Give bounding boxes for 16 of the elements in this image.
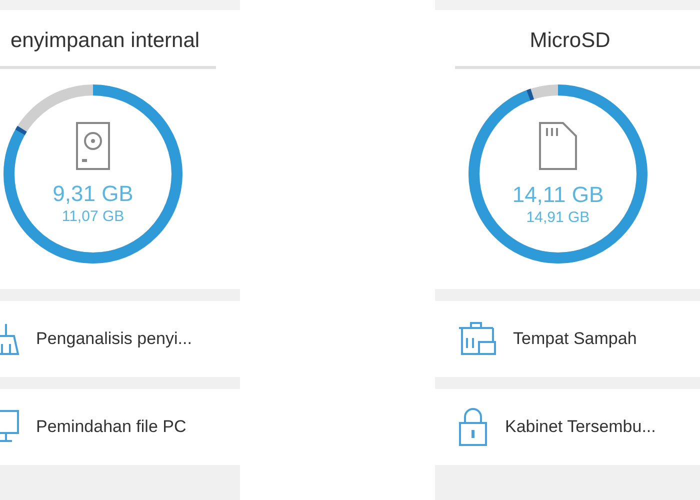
tool-item[interactable]: Tempat Sampah — [435, 301, 700, 377]
total-space: 11,07 GB — [62, 207, 124, 227]
used-space: 9,31 GB — [52, 181, 134, 207]
storage-title: MicroSD — [528, 28, 612, 54]
tool-item[interactable]: Kabinet Tersembu... — [435, 389, 700, 465]
tool-item[interactable]: Penganalisis penyi... — [0, 301, 240, 377]
trash-icon — [457, 320, 497, 358]
total-space: 14,91 GB — [526, 208, 590, 228]
broom-icon — [0, 322, 20, 356]
sd-card-icon — [537, 120, 579, 172]
used-space: 14,11 GB — [512, 182, 604, 208]
storage-title: enyimpanan internal — [9, 28, 201, 54]
tool-item[interactable]: Pemindahan file PC — [0, 389, 240, 465]
computer-icon — [0, 409, 20, 445]
hard-drive-icon — [75, 121, 111, 171]
padlock-icon — [457, 407, 489, 447]
